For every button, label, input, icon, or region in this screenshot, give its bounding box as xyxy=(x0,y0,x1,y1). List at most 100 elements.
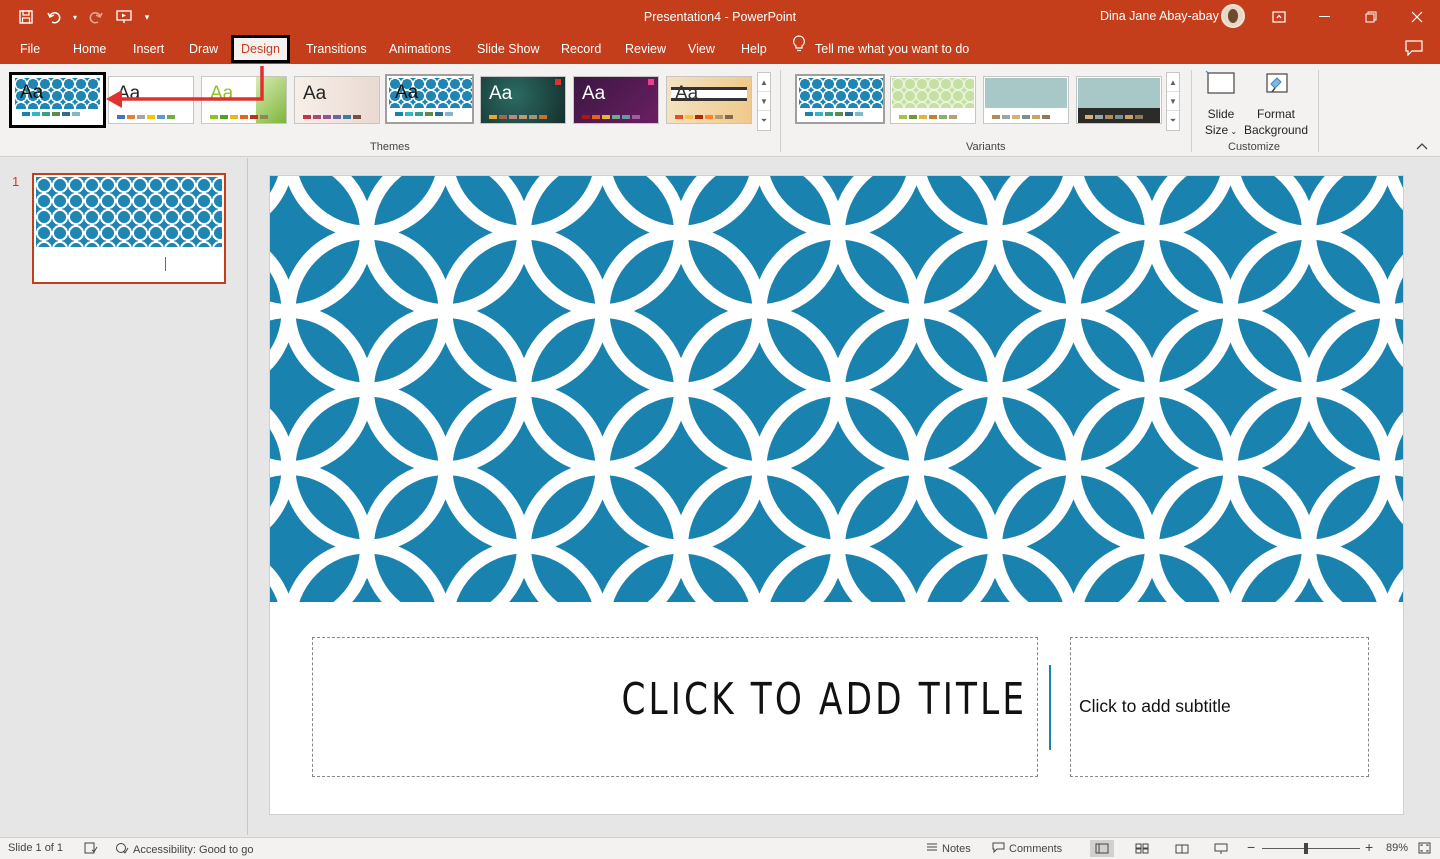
theme-ion[interactable]: Aa xyxy=(480,76,566,124)
scroll-down-icon[interactable]: ▼ xyxy=(758,92,770,111)
tell-me-search[interactable]: Tell me what you want to do xyxy=(792,34,969,64)
slide-number: 1 xyxy=(12,174,20,189)
group-separator xyxy=(1318,70,1319,152)
restore-icon[interactable] xyxy=(1348,0,1394,34)
zoom-in-icon[interactable]: + xyxy=(1365,839,1373,855)
tell-me-text: Tell me what you want to do xyxy=(815,42,970,56)
tab-record[interactable]: Record xyxy=(561,34,601,64)
theme-ion-boardroom[interactable]: Aa xyxy=(573,76,659,124)
theme-current-circles[interactable]: Aa xyxy=(9,72,106,128)
minimize-icon[interactable] xyxy=(1302,0,1348,34)
theme-gallery[interactable]: Aa xyxy=(294,76,380,124)
scroll-down-icon[interactable]: ▼ xyxy=(1167,92,1179,111)
subtitle-placeholder-text: Click to add subtitle xyxy=(1079,696,1231,716)
subtitle-placeholder[interactable]: Click to add subtitle xyxy=(1070,637,1369,777)
notes-label: Notes xyxy=(942,842,971,855)
more-themes-icon[interactable]: ⏷ xyxy=(758,111,770,130)
zoom-slider[interactable] xyxy=(1262,848,1360,849)
variant-1[interactable] xyxy=(795,74,885,124)
variants-gallery-scroll: ▲ ▼ ⏷ xyxy=(1166,72,1180,131)
zoom-level[interactable]: 89% xyxy=(1386,842,1408,854)
format-background-label-1: Format xyxy=(1256,107,1295,121)
accessibility-text: Accessibility: Good to go xyxy=(133,843,254,856)
tab-animations[interactable]: Animations xyxy=(389,34,451,64)
slide-size-label-2: Size xyxy=(1204,123,1229,137)
design-ribbon: Aa Aa Aa Aa Aa Aa Aa Aa ▲ ▼ ⏷ Themes ▲ ▼… xyxy=(0,64,1440,157)
undo-icon[interactable] xyxy=(42,7,66,27)
status-bar: Slide 1 of 1 Accessibility: Good to go N… xyxy=(0,837,1440,859)
theme-circles[interactable]: Aa xyxy=(385,74,474,124)
scroll-up-icon[interactable]: ▲ xyxy=(1167,73,1179,92)
comments-button[interactable]: Comments xyxy=(992,842,1062,856)
variants-group-label: Variants xyxy=(966,141,1006,153)
slide-size-button[interactable]: Slide Size ⌄ xyxy=(1201,70,1241,140)
reading-view-icon[interactable] xyxy=(1170,840,1194,857)
tab-design[interactable]: Design xyxy=(231,35,290,63)
slide-size-label-1: Slide xyxy=(1207,107,1235,121)
tab-insert[interactable]: Insert xyxy=(133,34,164,64)
lightbulb-icon xyxy=(792,34,806,64)
text-cursor xyxy=(165,257,166,271)
tab-home[interactable]: Home xyxy=(73,34,106,64)
more-variants-icon[interactable]: ⏷ xyxy=(1167,111,1179,130)
tab-view[interactable]: View xyxy=(688,34,715,64)
slide-sorter-icon[interactable] xyxy=(1130,840,1154,857)
save-icon[interactable] xyxy=(14,7,38,27)
format-background-icon xyxy=(1243,70,1309,102)
slide-thumbnail-pane: 1 xyxy=(0,158,248,835)
theme-office[interactable]: Aa xyxy=(108,76,194,124)
accessibility-icon xyxy=(115,842,129,857)
window-title: Presentation4 - PowerPoint xyxy=(643,10,797,24)
variant-2[interactable] xyxy=(890,76,976,124)
slide-canvas[interactable]: CLICK TO ADD TITLE Click to add subtitle xyxy=(269,175,1404,815)
slide-background-pattern xyxy=(270,176,1403,602)
thumbnail-pattern xyxy=(36,177,222,247)
avatar[interactable] xyxy=(1221,4,1245,28)
title-placeholder-text: CLICK TO ADD TITLE xyxy=(621,674,1027,725)
present-from-beginning-icon[interactable] xyxy=(112,7,136,27)
theme-sample-text: Aa xyxy=(20,82,44,103)
tab-file[interactable]: File xyxy=(20,34,40,64)
slide-show-icon[interactable] xyxy=(1209,840,1233,857)
spell-check-icon[interactable] xyxy=(84,842,98,854)
theme-sample-text: Aa xyxy=(117,83,141,104)
customize-qat-icon[interactable]: ▾ xyxy=(140,7,154,27)
variant-4[interactable] xyxy=(1076,76,1162,124)
user-name[interactable]: Dina Jane Abay-abay xyxy=(1100,9,1219,23)
comments-label: Comments xyxy=(1009,843,1063,855)
close-icon[interactable] xyxy=(1394,0,1440,34)
comments-icon[interactable] xyxy=(1405,40,1427,58)
tab-draw[interactable]: Draw xyxy=(189,34,218,64)
title-divider-line xyxy=(1049,665,1051,750)
tab-review[interactable]: Review xyxy=(625,34,666,64)
scroll-up-icon[interactable]: ▲ xyxy=(758,73,770,92)
ribbon-display-options-icon[interactable] xyxy=(1256,0,1302,34)
accessibility-status[interactable]: Accessibility: Good to go xyxy=(115,842,253,857)
notes-icon xyxy=(926,842,938,855)
theme-sample-text: Aa xyxy=(395,82,419,103)
tab-slide-show[interactable]: Slide Show xyxy=(477,34,540,64)
tab-transitions[interactable]: Transitions xyxy=(306,34,367,64)
zoom-slider-thumb[interactable] xyxy=(1304,843,1309,854)
normal-view-icon[interactable] xyxy=(1090,840,1114,857)
themes-group-label: Themes xyxy=(370,141,410,153)
tab-help[interactable]: Help xyxy=(741,34,767,64)
format-background-button[interactable]: Format Background xyxy=(1243,70,1309,138)
comments-status-icon xyxy=(992,842,1005,856)
customize-group-label: Customize xyxy=(1228,141,1280,153)
theme-sample-text: Aa xyxy=(675,83,699,104)
undo-dropdown-icon[interactable]: ▾ xyxy=(70,7,80,27)
title-placeholder[interactable]: CLICK TO ADD TITLE xyxy=(312,637,1038,777)
collapse-ribbon-icon[interactable] xyxy=(1416,141,1428,153)
notes-button[interactable]: Notes xyxy=(926,842,971,855)
variant-3[interactable] xyxy=(983,76,1069,124)
slide-thumbnail[interactable] xyxy=(32,173,226,284)
slide-size-icon xyxy=(1201,70,1241,102)
fit-to-window-icon[interactable] xyxy=(1418,842,1431,854)
format-background-label-2: Background xyxy=(1243,123,1309,137)
zoom-out-icon[interactable]: − xyxy=(1247,839,1255,855)
theme-facet[interactable]: Aa xyxy=(201,76,287,124)
redo-icon[interactable] xyxy=(84,7,108,27)
chevron-down-icon: ⌄ xyxy=(1228,127,1238,136)
theme-organic[interactable]: Aa xyxy=(666,76,752,124)
